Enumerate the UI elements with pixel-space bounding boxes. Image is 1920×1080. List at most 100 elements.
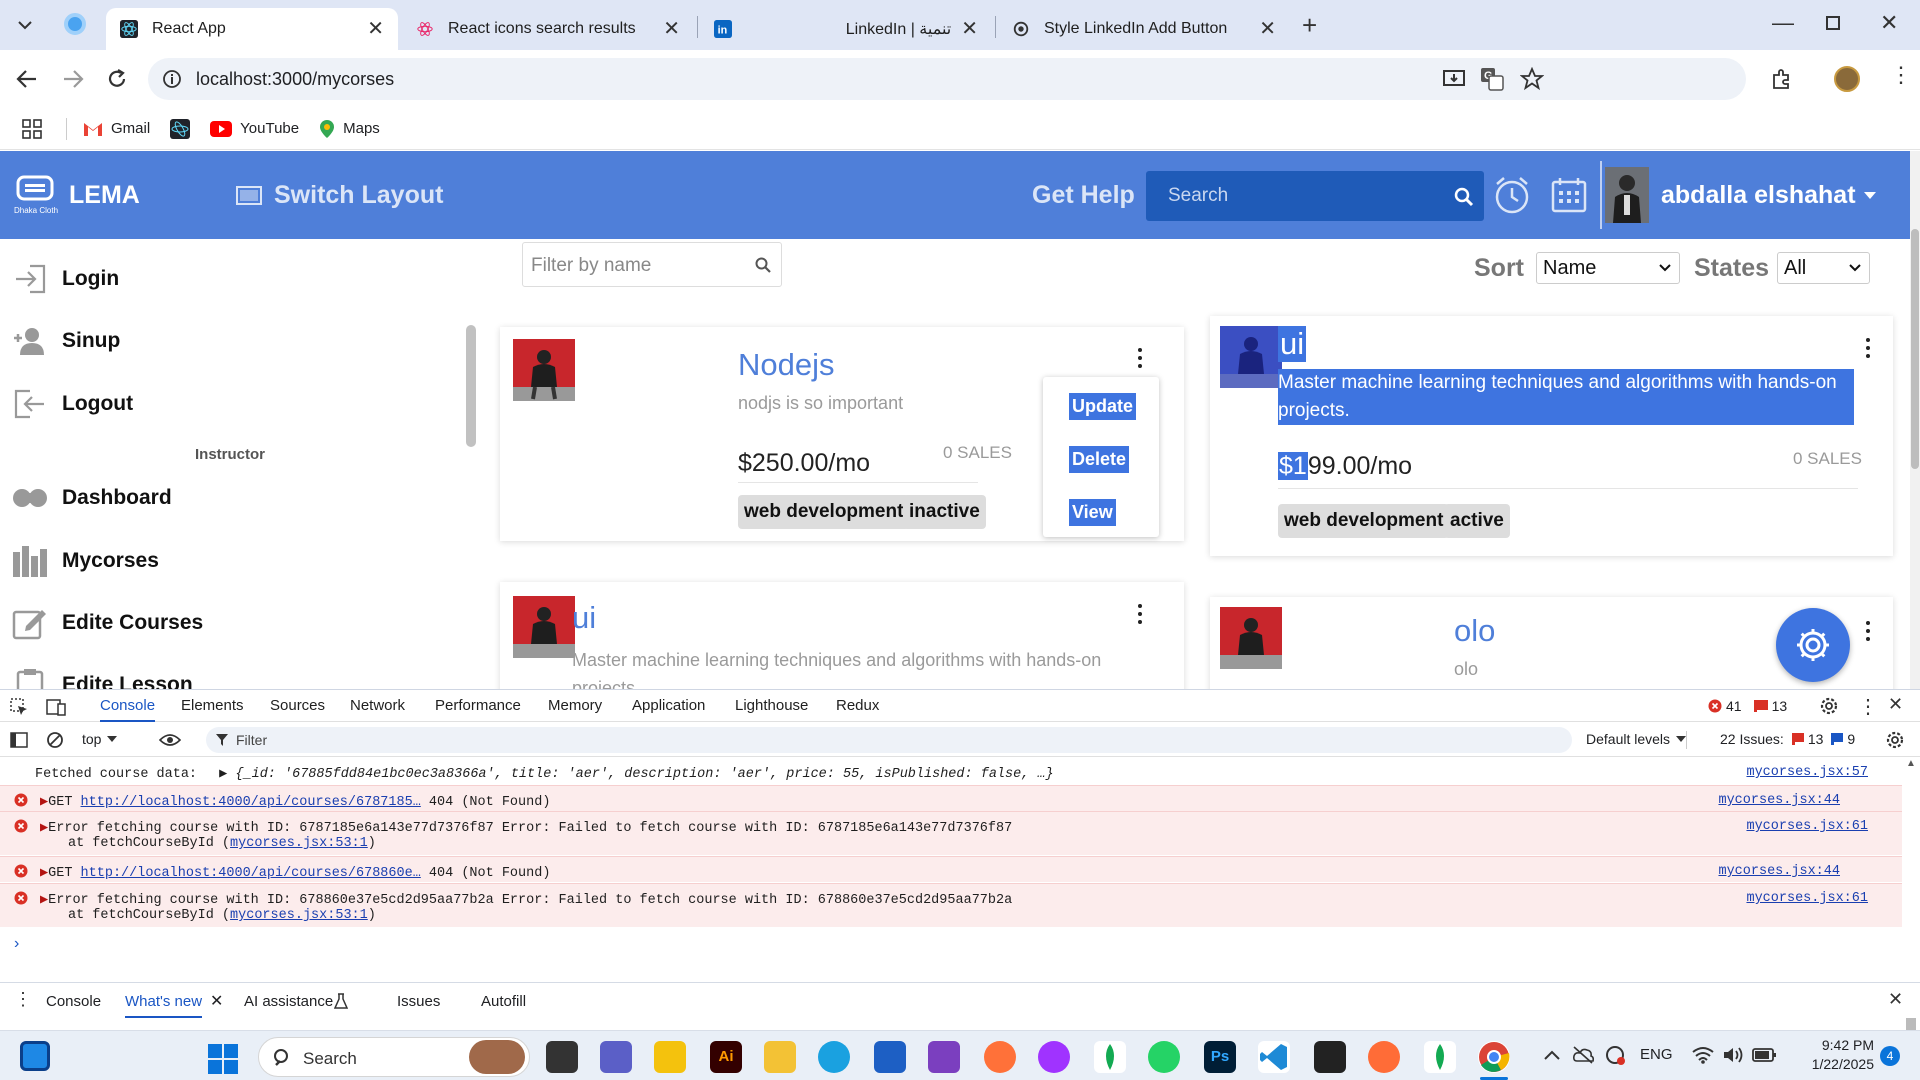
get-help-link[interactable]: Get Help (1032, 181, 1135, 210)
minimize-icon[interactable]: — (1772, 10, 1794, 36)
close-tab-icon[interactable]: ✕ (961, 19, 978, 39)
devtools-tab-lighthouse[interactable]: Lighthouse (735, 690, 808, 722)
close-drawer-tab-icon[interactable]: ✕ (210, 991, 223, 1011)
log-url-link[interactable]: http://localhost:4000/api/courses/678860… (81, 866, 421, 881)
clear-console-icon[interactable] (46, 731, 64, 749)
kebab-menu-icon[interactable] (1130, 346, 1150, 370)
restore-icon[interactable] (1826, 16, 1840, 30)
chrome-icon[interactable] (1478, 1041, 1510, 1073)
translate-icon[interactable]: G (1480, 67, 1504, 91)
star-icon[interactable] (1520, 67, 1544, 91)
sort-select[interactable]: Name (1536, 252, 1680, 284)
postman-icon[interactable] (1368, 1041, 1400, 1073)
devtools-tab-redux[interactable]: Redux (836, 690, 879, 722)
log-object[interactable]: {_id: '67885fdd84e1bc0ec3a8366a', title:… (235, 767, 1053, 782)
expand-arrow-icon[interactable]: ▶ (40, 795, 48, 810)
extensions-icon[interactable] (1770, 67, 1794, 91)
drawer-tab-autofill[interactable]: Autofill (481, 993, 526, 1010)
course-title[interactable]: Nodejs (738, 347, 835, 383)
bookmark-youtube[interactable]: YouTube (210, 120, 299, 137)
issues-counter[interactable]: 22 Issues: 13 9 (1720, 731, 1855, 747)
eye-icon[interactable] (159, 733, 181, 747)
drawer-tab-ai-assistance[interactable]: AI assistance (244, 993, 333, 1010)
kebab-menu-icon[interactable] (1858, 336, 1878, 360)
update-button[interactable]: Update (1069, 393, 1137, 420)
devtools-close-icon[interactable]: ✕ (1888, 694, 1903, 715)
bookmark-maps[interactable]: Maps (319, 119, 380, 139)
vscode-icon[interactable] (1258, 1041, 1290, 1073)
sidebar-item-edite-courses[interactable]: Edite Courses (12, 605, 203, 641)
console-settings-icon[interactable] (1886, 731, 1904, 749)
taskbar-search[interactable]: Search (258, 1037, 530, 1077)
logo[interactable]: Dhaka Cloth (14, 175, 58, 215)
file-explorer-icon[interactable] (764, 1041, 796, 1073)
illustrator-icon[interactable]: Ai (710, 1041, 742, 1073)
alarm-clock-icon[interactable] (1493, 175, 1531, 215)
tray-chevron-up-icon[interactable] (1544, 1050, 1560, 1060)
close-tab-icon[interactable]: ✕ (367, 19, 384, 39)
stack-link[interactable]: mycorses.jsx:53:1 (230, 836, 368, 851)
widgets-icon[interactable] (20, 1041, 50, 1071)
profile-extension-icon[interactable] (64, 13, 86, 35)
states-select[interactable]: All (1777, 252, 1870, 284)
log-url-link[interactable]: http://localhost:4000/api/courses/678718… (81, 795, 421, 810)
back-icon[interactable] (16, 69, 38, 89)
mongodb-icon[interactable] (1094, 1041, 1126, 1073)
visual-studio-icon[interactable] (928, 1041, 960, 1073)
inspect-element-icon[interactable] (10, 698, 28, 716)
chrome-menu-icon[interactable]: ⋮ (1890, 64, 1912, 86)
bookmark-react[interactable] (170, 118, 191, 139)
mongodb-compass-icon[interactable] (1424, 1041, 1456, 1073)
course-title[interactable]: olo (1454, 613, 1495, 649)
log-source-link[interactable]: mycorses.jsx:57 (1746, 765, 1868, 780)
switch-layout-button[interactable]: Switch Layout (236, 181, 443, 210)
sidebar-item-login[interactable]: Login (12, 261, 119, 297)
sidebar-item-dashboard[interactable]: Dashboard (12, 480, 172, 516)
course-card[interactable]: Nodejs nodjs is so important $250.00/mo … (500, 327, 1184, 541)
store-icon[interactable] (874, 1041, 906, 1073)
info-icon[interactable] (162, 69, 182, 89)
devtools-tab-network[interactable]: Network (350, 690, 405, 722)
context-select[interactable]: top (82, 731, 118, 747)
reload-icon[interactable] (106, 68, 128, 90)
sidebar-toggle-icon[interactable] (10, 732, 28, 748)
page-scrollbar[interactable] (1910, 151, 1920, 689)
page-scrollbar-thumb[interactable] (1911, 229, 1919, 469)
bookmark-gmail[interactable]: Gmail (83, 120, 150, 137)
log-levels-select[interactable]: Default levels (1586, 731, 1687, 747)
expand-arrow-icon[interactable]: ▶ (219, 767, 227, 782)
log-source-link[interactable]: mycorses.jsx:44 (1718, 864, 1840, 879)
header-search-box[interactable]: Search (1146, 171, 1484, 221)
course-title[interactable]: ui (572, 600, 596, 636)
settings-fab[interactable] (1776, 608, 1850, 682)
onedrive-icon[interactable] (1572, 1045, 1594, 1065)
view-button[interactable]: View (1069, 499, 1116, 526)
new-tab-icon[interactable]: + (1302, 10, 1317, 41)
sync-icon[interactable] (1604, 1044, 1626, 1066)
user-avatar[interactable] (1605, 167, 1649, 223)
sidebar-item-sinup[interactable]: Sinup (12, 323, 120, 359)
kebab-menu-icon[interactable] (1858, 619, 1878, 643)
filter-by-name-input[interactable]: Filter by name (522, 242, 782, 287)
task-view-icon[interactable] (546, 1041, 578, 1073)
user-menu[interactable]: abdalla elshahat (1661, 181, 1876, 210)
log-source-link[interactable]: mycorses.jsx:61 (1746, 819, 1868, 834)
tab-search-button[interactable] (12, 12, 38, 38)
stack-link[interactable]: mycorses.jsx:53:1 (230, 908, 368, 923)
sidebar-scrollbar-thumb[interactable] (466, 325, 476, 447)
close-window-icon[interactable]: ✕ (1880, 10, 1898, 36)
devtools-tab-application[interactable]: Application (632, 690, 705, 722)
terminal-icon[interactable] (1314, 1041, 1346, 1073)
sidebar-item-logout[interactable]: Logout (12, 386, 133, 422)
devtools-tab-memory[interactable]: Memory (548, 690, 602, 722)
sidebar-item-edite-lesson[interactable]: Edite Lesson (12, 667, 193, 689)
kebab-menu-icon[interactable] (1130, 602, 1150, 626)
drawer-tab-whats-new[interactable]: What's new (125, 993, 203, 1018)
delete-button[interactable]: Delete (1069, 446, 1130, 473)
edge-icon[interactable] (818, 1041, 850, 1073)
volume-icon[interactable] (1722, 1045, 1746, 1065)
devtools-menu-icon[interactable]: ⋮ (1858, 694, 1878, 719)
whatsapp-icon[interactable] (1148, 1041, 1180, 1073)
firefox-icon[interactable] (984, 1041, 1016, 1073)
notification-badge[interactable]: 4 (1880, 1046, 1900, 1066)
